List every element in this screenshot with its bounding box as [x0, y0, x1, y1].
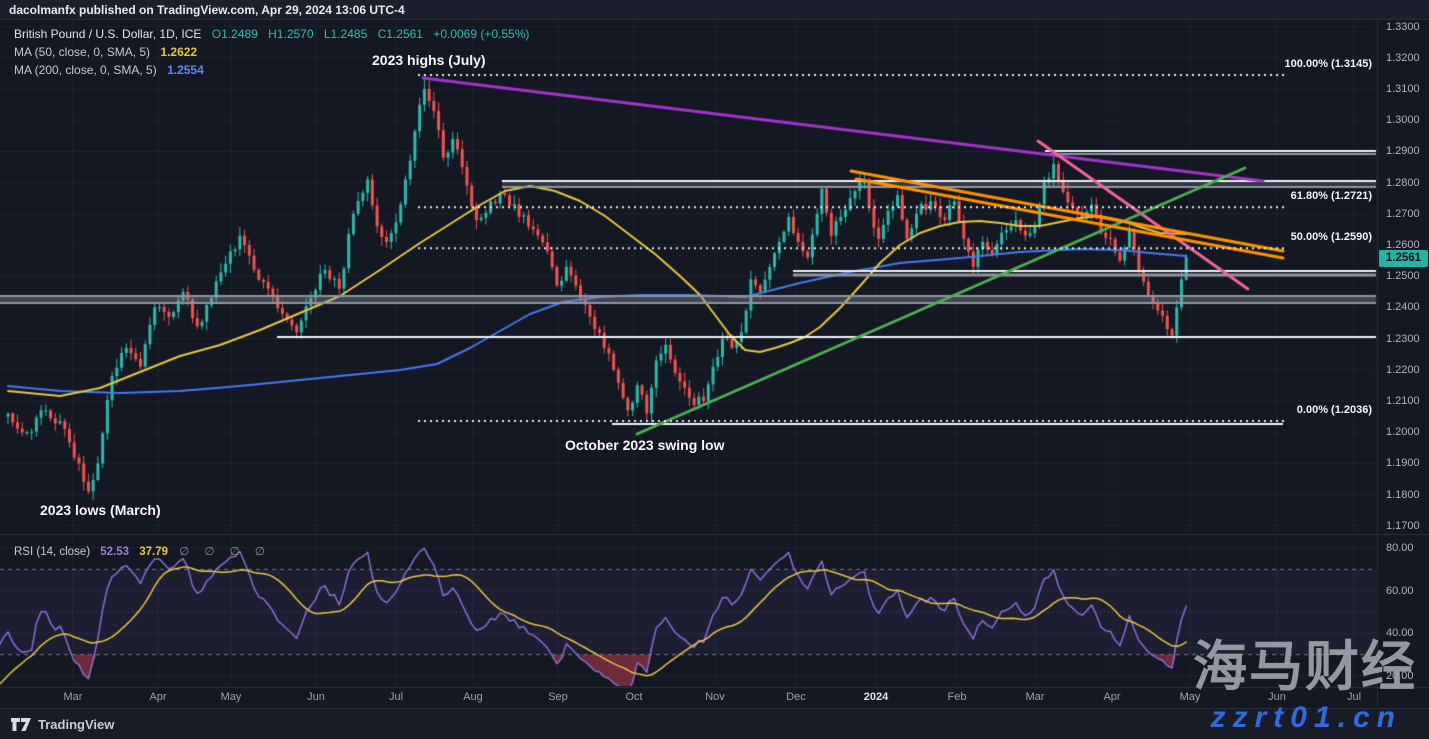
symbol-legend: British Pound / U.S. Dollar, 1D, ICE O1.… — [14, 26, 529, 80]
high-value: H1.2570 — [268, 27, 313, 41]
time-axis-label: Nov — [705, 691, 725, 703]
rsi-axis-label: 60.00 — [1386, 585, 1428, 597]
time-axis-label: Jun — [307, 691, 325, 703]
price-axis-label: 1.2100 — [1386, 395, 1428, 407]
tradingview-snapshot: dacolmanfx published on TradingView.com,… — [0, 0, 1429, 739]
time-axis-label: Oct — [625, 691, 642, 703]
price-axis-label: 1.1800 — [1386, 489, 1428, 501]
time-axis-label: Sep — [548, 691, 568, 703]
tradingview-logo-icon — [10, 717, 32, 732]
chart-canvas[interactable] — [0, 0, 1429, 739]
time-axis-label: Aug — [463, 691, 483, 703]
published-header: dacolmanfx published on TradingView.com,… — [0, 0, 1429, 20]
time-axis-label: Mar — [64, 691, 83, 703]
open-value: O1.2489 — [212, 27, 258, 41]
price-axis-label: 1.2200 — [1386, 364, 1428, 376]
price-axis-label: 1.2000 — [1386, 426, 1428, 438]
annotation-2023-lows: 2023 lows (March) — [40, 502, 161, 518]
rsi-ma-value: 37.79 — [139, 546, 168, 558]
last-price-tag: 1.2561 — [1379, 250, 1428, 267]
time-axis-label: 2024 — [864, 691, 888, 703]
ma50-label: MA (50, close, 0, SMA, 5) — [14, 45, 150, 59]
low-value: L1.2485 — [324, 27, 367, 41]
fib-level-label: 0.00% (1.2036) — [1297, 404, 1372, 416]
watermark-chinese: 海马财经 — [1193, 640, 1417, 694]
ma200-value: 1.2554 — [167, 63, 204, 77]
price-axis-label: 1.3200 — [1386, 52, 1428, 64]
fib-level-label: 50.00% (1.2590) — [1291, 231, 1372, 243]
price-axis-label: 1.1700 — [1386, 520, 1428, 532]
rsi-axis-label: 80.00 — [1386, 542, 1428, 554]
price-axis-label: 1.3100 — [1386, 83, 1428, 95]
rsi-label: RSI (14, close) — [14, 546, 90, 558]
symbol-row: British Pound / U.S. Dollar, 1D, ICE O1.… — [14, 26, 529, 43]
price-axis-label: 1.3300 — [1386, 21, 1428, 33]
annotation-october-swing-low: October 2023 swing low — [565, 437, 725, 453]
price-axis-label: 1.2500 — [1386, 270, 1428, 282]
price-axis-label: 1.2800 — [1386, 177, 1428, 189]
fib-level-label: 100.00% (1.3145) — [1285, 58, 1372, 70]
time-axis-label: Dec — [786, 691, 806, 703]
ma200-row: MA (200, close, 0, SMA, 5) 1.2554 — [14, 62, 529, 79]
change-value: +0.0069 (+0.55%) — [433, 27, 529, 41]
tradingview-brand: TradingView — [38, 717, 114, 732]
ma200-label: MA (200, close, 0, SMA, 5) — [14, 63, 157, 77]
time-axis-label: Jul — [389, 691, 403, 703]
watermark-url: zzrt01.cn — [1211, 703, 1402, 733]
rsi-legend: RSI (14, close) 52.53 37.79 ∅ ∅ ∅ ∅ — [14, 544, 271, 558]
ma50-row: MA (50, close, 0, SMA, 5) 1.2622 — [14, 44, 529, 61]
price-axis-label: 1.2700 — [1386, 208, 1428, 220]
time-axis-label: Apr — [1103, 691, 1120, 703]
price-axis-label: 1.2400 — [1386, 301, 1428, 313]
ma50-value: 1.2622 — [160, 45, 197, 59]
close-value: C1.2561 — [378, 27, 423, 41]
rsi-value: 52.53 — [100, 546, 129, 558]
published-header-text: dacolmanfx published on TradingView.com,… — [9, 3, 405, 17]
time-axis-label: Feb — [948, 691, 967, 703]
time-axis-label: Apr — [149, 691, 166, 703]
price-axis-label: 1.2900 — [1386, 145, 1428, 157]
price-axis-label: 1.3000 — [1386, 114, 1428, 126]
price-axis-label: 1.1900 — [1386, 457, 1428, 469]
symbol-title: British Pound / U.S. Dollar, 1D, ICE — [14, 27, 201, 41]
rsi-empty-plots: ∅ ∅ ∅ ∅ — [179, 546, 271, 558]
fib-level-label: 61.80% (1.2721) — [1291, 190, 1372, 202]
price-axis-label: 1.2300 — [1386, 333, 1428, 345]
time-axis-label: Mar — [1026, 691, 1045, 703]
time-axis-label: May — [221, 691, 242, 703]
